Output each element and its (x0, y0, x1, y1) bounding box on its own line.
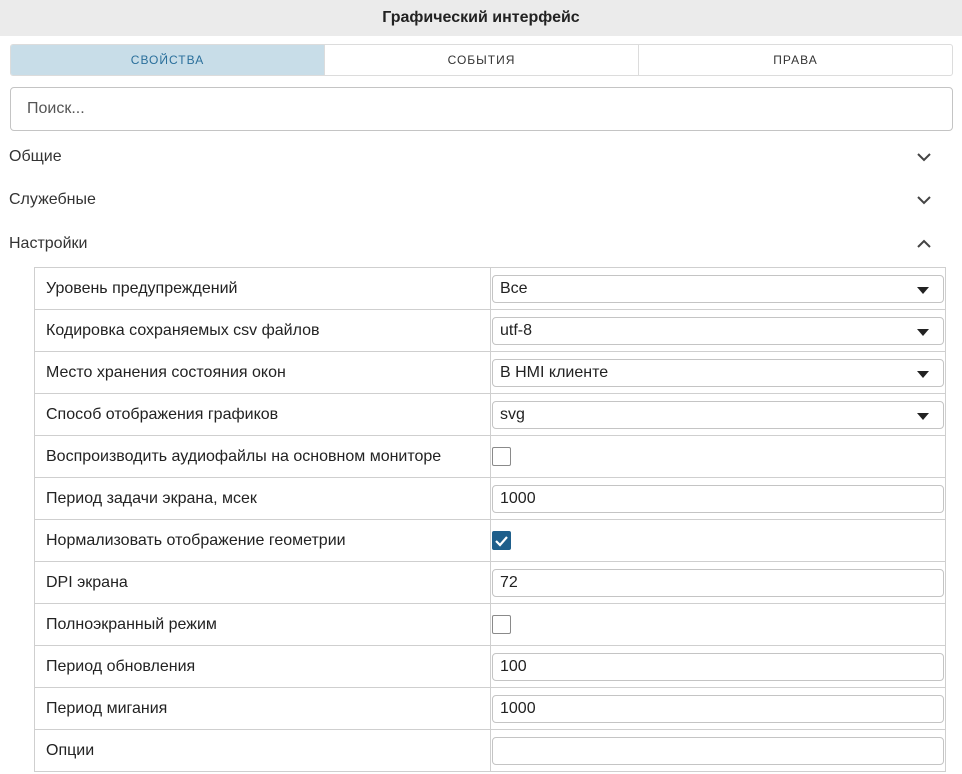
audio-main-monitor-checkbox[interactable] (492, 447, 511, 466)
property-label: Период обновления (35, 646, 491, 687)
table-row: Способ отображения графиков svg (35, 394, 946, 436)
normalize-geometry-checkbox[interactable] (492, 531, 511, 550)
property-label: Место хранения состояния окон (35, 352, 491, 393)
table-row: Уровень предупреждений Все (35, 268, 946, 310)
select-value: В HMI клиенте (500, 363, 609, 381)
section-settings[interactable]: Настройки (0, 228, 962, 260)
screen-dpi-input[interactable]: 72 (492, 568, 944, 597)
tab-properties[interactable]: СВОЙСТВА (11, 45, 324, 75)
window-title: Графический интерфейс (0, 0, 962, 36)
property-label: Способ отображения графиков (35, 394, 491, 435)
section-service[interactable]: Служебные (0, 184, 962, 216)
chart-render-mode-select[interactable]: svg (492, 400, 944, 429)
chevron-up-icon[interactable] (915, 237, 933, 251)
table-row: Место хранения состояния окон В HMI клие… (35, 352, 946, 394)
section-label: Настройки (9, 235, 88, 252)
section-label: Общие (9, 148, 62, 165)
check-icon (495, 535, 508, 547)
table-row: Нормализовать отображение геометрии (35, 520, 946, 562)
property-label: Кодировка сохраняемых csv файлов (35, 310, 491, 351)
table-row: Полноэкранный режим (35, 604, 946, 646)
caret-down-icon (917, 370, 929, 378)
chevron-down-icon[interactable] (915, 193, 933, 207)
section-label: Служебные (9, 191, 96, 208)
update-period-input[interactable]: 100 (492, 652, 944, 681)
property-label: Уровень предупреждений (35, 268, 491, 309)
property-label: Воспроизводить аудиофайлы на основном мо… (35, 436, 491, 477)
caret-down-icon (917, 412, 929, 420)
caret-down-icon (917, 328, 929, 336)
tab-bar: СВОЙСТВА СОБЫТИЯ ПРАВА (10, 44, 953, 76)
table-row: Кодировка сохраняемых csv файлов utf-8 (35, 310, 946, 352)
property-label: DPI экрана (35, 562, 491, 603)
fullscreen-checkbox[interactable] (492, 615, 511, 634)
options-input[interactable] (492, 736, 944, 765)
csv-encoding-select[interactable]: utf-8 (492, 316, 944, 345)
select-value: utf-8 (500, 321, 533, 339)
property-label: Период задачи экрана, мсек (35, 478, 491, 519)
table-row: DPI экрана 72 (35, 562, 946, 604)
tab-events[interactable]: СОБЫТИЯ (324, 45, 638, 75)
tab-rights[interactable]: ПРАВА (638, 45, 952, 75)
table-row: Опции (35, 730, 946, 772)
property-label: Нормализовать отображение геометрии (35, 520, 491, 561)
warning-level-select[interactable]: Все (492, 274, 944, 303)
chevron-down-icon[interactable] (915, 150, 933, 164)
table-row: Период задачи экрана, мсек 1000 (35, 478, 946, 520)
table-row: Период мигания 1000 (35, 688, 946, 730)
property-label: Опции (35, 730, 491, 771)
search-input[interactable] (10, 87, 953, 131)
select-value: svg (500, 405, 525, 423)
table-row: Период обновления 100 (35, 646, 946, 688)
select-value: Все (500, 279, 528, 297)
property-label: Полноэкранный режим (35, 604, 491, 645)
screen-task-period-input[interactable]: 1000 (492, 484, 944, 513)
window-state-storage-select[interactable]: В HMI клиенте (492, 358, 944, 387)
blink-period-input[interactable]: 1000 (492, 694, 944, 723)
table-row: Воспроизводить аудиофайлы на основном мо… (35, 436, 946, 478)
caret-down-icon (917, 286, 929, 294)
property-label: Период мигания (35, 688, 491, 729)
section-general[interactable]: Общие (0, 141, 962, 173)
settings-table: Уровень предупреждений Все Кодировка сох… (34, 267, 946, 772)
